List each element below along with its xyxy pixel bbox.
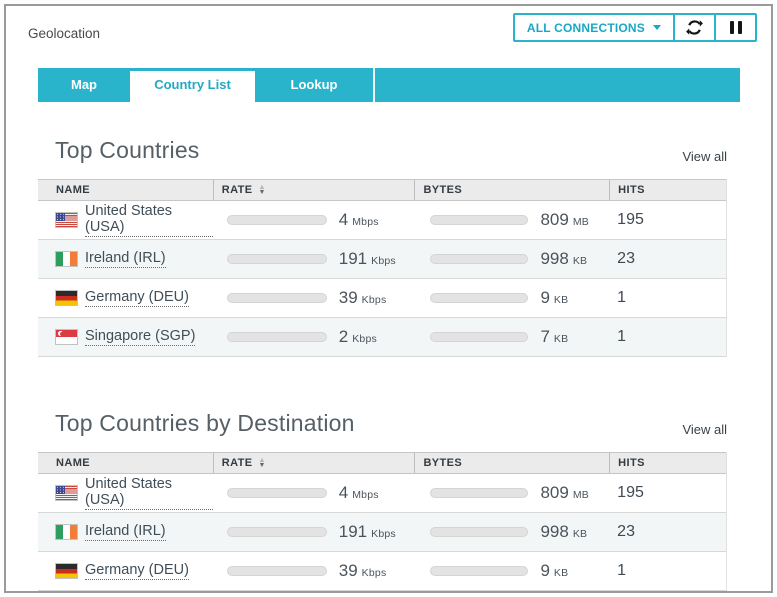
- table-row: United States (USA) 4 Mbps 809 MB 195: [38, 474, 726, 513]
- section-title: Top Countries: [55, 137, 200, 164]
- rate-bar-track: [227, 527, 327, 537]
- hits-value: 1: [617, 328, 626, 346]
- country-link[interactable]: Germany (DEU): [85, 562, 189, 580]
- all-connections-label: ALL CONNECTIONS: [527, 21, 645, 35]
- tab-lookup[interactable]: Lookup: [255, 68, 375, 102]
- rate-value: 2 Kbps: [339, 327, 377, 347]
- bytes-bar-track: [430, 254, 528, 264]
- country-flag-icon: [56, 486, 77, 500]
- sort-icon: ▲ ▼: [258, 185, 265, 195]
- rate-value: 4 Mbps: [339, 210, 379, 230]
- bytes-value: 9 KB: [540, 288, 568, 308]
- tab-bar: Map Country List Lookup: [38, 68, 740, 102]
- table-header: NAME RATE ▲ ▼ BYTES HITS: [38, 452, 726, 474]
- bytes-bar-track: [430, 488, 528, 498]
- table-body: United States (USA) 4 Mbps 809 MB 195: [38, 474, 726, 591]
- view-all-link[interactable]: View all: [682, 422, 727, 437]
- bytes-value: 998 KB: [540, 522, 587, 542]
- table-header: NAME RATE ▲ ▼ BYTES HITS: [38, 179, 726, 201]
- top-countries-section: Top Countries View all NAME RATE ▲ ▼ BYT…: [6, 138, 771, 357]
- all-connections-dropdown[interactable]: ALL CONNECTIONS: [515, 15, 673, 40]
- table-row: Ireland (IRL) 191 Kbps 998 KB 23: [38, 240, 726, 279]
- tab-map[interactable]: Map: [38, 68, 130, 102]
- column-header-hits: HITS: [609, 453, 726, 473]
- rate-bar-track: [227, 215, 327, 225]
- table-row: Germany (DEU) 39 Kbps 9 KB 1: [38, 279, 726, 318]
- rate-value: 191 Kbps: [339, 522, 396, 542]
- caret-down-icon: [653, 25, 661, 30]
- country-link[interactable]: Singapore (SGP): [85, 328, 195, 346]
- bytes-value: 809 MB: [540, 483, 589, 503]
- table-row: United States (USA) 4 Mbps 809 MB 195: [38, 201, 726, 240]
- rate-value: 39 Kbps: [339, 561, 387, 581]
- country-link[interactable]: United States (USA): [85, 476, 213, 510]
- rate-value: 191 Kbps: [339, 249, 396, 269]
- rate-bar-track: [227, 488, 327, 498]
- hits-value: 195: [617, 484, 644, 502]
- country-link[interactable]: Germany (DEU): [85, 289, 189, 307]
- top-countries-table: NAME RATE ▲ ▼ BYTES HITS United States (…: [38, 179, 727, 357]
- top-countries-destination-table: NAME RATE ▲ ▼ BYTES HITS United States (…: [38, 452, 727, 591]
- rate-bar-track: [227, 566, 327, 576]
- country-link[interactable]: United States (USA): [85, 203, 213, 237]
- tab-country-list[interactable]: Country List: [130, 68, 255, 102]
- view-all-link[interactable]: View all: [682, 149, 727, 164]
- rate-value: 39 Kbps: [339, 288, 387, 308]
- section-title: Top Countries by Destination: [55, 410, 355, 437]
- country-flag-icon: [56, 252, 77, 266]
- column-header-hits: HITS: [609, 180, 726, 200]
- country-flag-icon: [56, 525, 77, 539]
- country-flag-icon: [56, 213, 77, 227]
- rate-value: 4 Mbps: [339, 483, 379, 503]
- rate-bar-track: [227, 293, 327, 303]
- rate-bar-track: [227, 332, 327, 342]
- bytes-value: 9 KB: [540, 561, 568, 581]
- column-header-name: NAME: [38, 453, 213, 473]
- country-link[interactable]: Ireland (IRL): [85, 523, 166, 541]
- country-flag-icon: [56, 291, 77, 305]
- top-countries-destination-section: Top Countries by Destination View all NA…: [6, 411, 771, 591]
- table-body: United States (USA) 4 Mbps 809 MB 195: [38, 201, 726, 357]
- bytes-bar-track: [430, 527, 528, 537]
- column-header-name: NAME: [38, 180, 213, 200]
- hits-value: 23: [617, 250, 635, 268]
- bytes-value: 809 MB: [540, 210, 589, 230]
- bytes-value: 7 KB: [540, 327, 568, 347]
- country-flag-icon: [56, 564, 77, 578]
- refresh-button[interactable]: [673, 15, 714, 40]
- country-link[interactable]: Ireland (IRL): [85, 250, 166, 268]
- column-header-bytes: BYTES: [414, 180, 609, 200]
- table-row: Germany (DEU) 39 Kbps 9 KB 1: [38, 552, 726, 591]
- hits-value: 1: [617, 562, 626, 580]
- bytes-bar-track: [430, 293, 528, 303]
- table-row: Singapore (SGP) 2 Kbps 7 KB 1: [38, 318, 726, 357]
- geolocation-window: Geolocation ALL CONNECTIONS Map Country: [4, 4, 773, 593]
- bytes-bar-track: [430, 566, 528, 576]
- country-flag-icon: [56, 330, 77, 344]
- toolbar-button-group: ALL CONNECTIONS: [513, 13, 757, 42]
- column-header-rate[interactable]: RATE ▲ ▼: [213, 180, 415, 200]
- column-header-bytes: BYTES: [414, 453, 609, 473]
- hits-value: 1: [617, 289, 626, 307]
- bytes-bar-track: [430, 215, 528, 225]
- hits-value: 195: [617, 211, 644, 229]
- table-row: Ireland (IRL) 191 Kbps 998 KB 23: [38, 513, 726, 552]
- refresh-icon: [686, 19, 703, 36]
- bytes-value: 998 KB: [540, 249, 587, 269]
- bytes-bar-track: [430, 332, 528, 342]
- sort-icon: ▲ ▼: [258, 458, 265, 468]
- pause-icon: [730, 21, 742, 34]
- column-header-rate[interactable]: RATE ▲ ▼: [213, 453, 415, 473]
- hits-value: 23: [617, 523, 635, 541]
- pause-button[interactable]: [714, 15, 755, 40]
- rate-bar-track: [227, 254, 327, 264]
